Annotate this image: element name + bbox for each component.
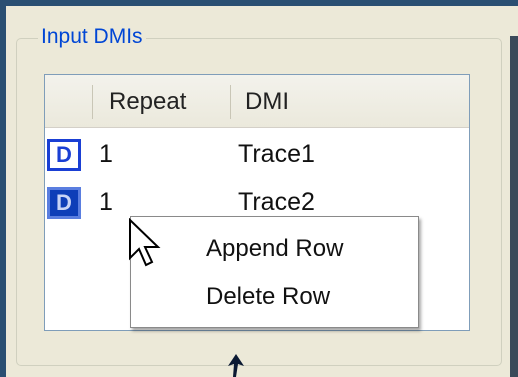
dmi-cell[interactable]: Trace2 [238, 186, 315, 218]
window-edge [510, 36, 518, 377]
dmi-type-icon: D [47, 187, 81, 219]
arrow-up-icon [228, 354, 244, 377]
dmi-cell[interactable]: Trace1 [238, 138, 315, 170]
table-row[interactable]: D 1 Trace1 [45, 131, 469, 179]
dmi-type-icon: D [47, 139, 81, 171]
column-header-dmi[interactable]: DMI [245, 87, 289, 117]
context-menu: Append Row Delete Row [130, 216, 419, 328]
mouse-pointer-icon [129, 218, 161, 267]
menu-item-label: Delete Row [206, 283, 331, 310]
repeat-cell[interactable]: 1 [99, 186, 113, 218]
table-header: Repeat DMI [45, 75, 469, 128]
column-divider[interactable] [230, 85, 231, 119]
group-title: Input DMIs [38, 24, 146, 50]
menu-item-label: Append Row [206, 235, 344, 262]
column-header-repeat[interactable]: Repeat [109, 87, 186, 117]
column-divider[interactable] [92, 85, 93, 119]
repeat-cell[interactable]: 1 [99, 138, 113, 170]
delete-row-menu-item[interactable]: Delete Row [131, 273, 418, 321]
append-row-menu-item[interactable]: Append Row [131, 225, 418, 273]
